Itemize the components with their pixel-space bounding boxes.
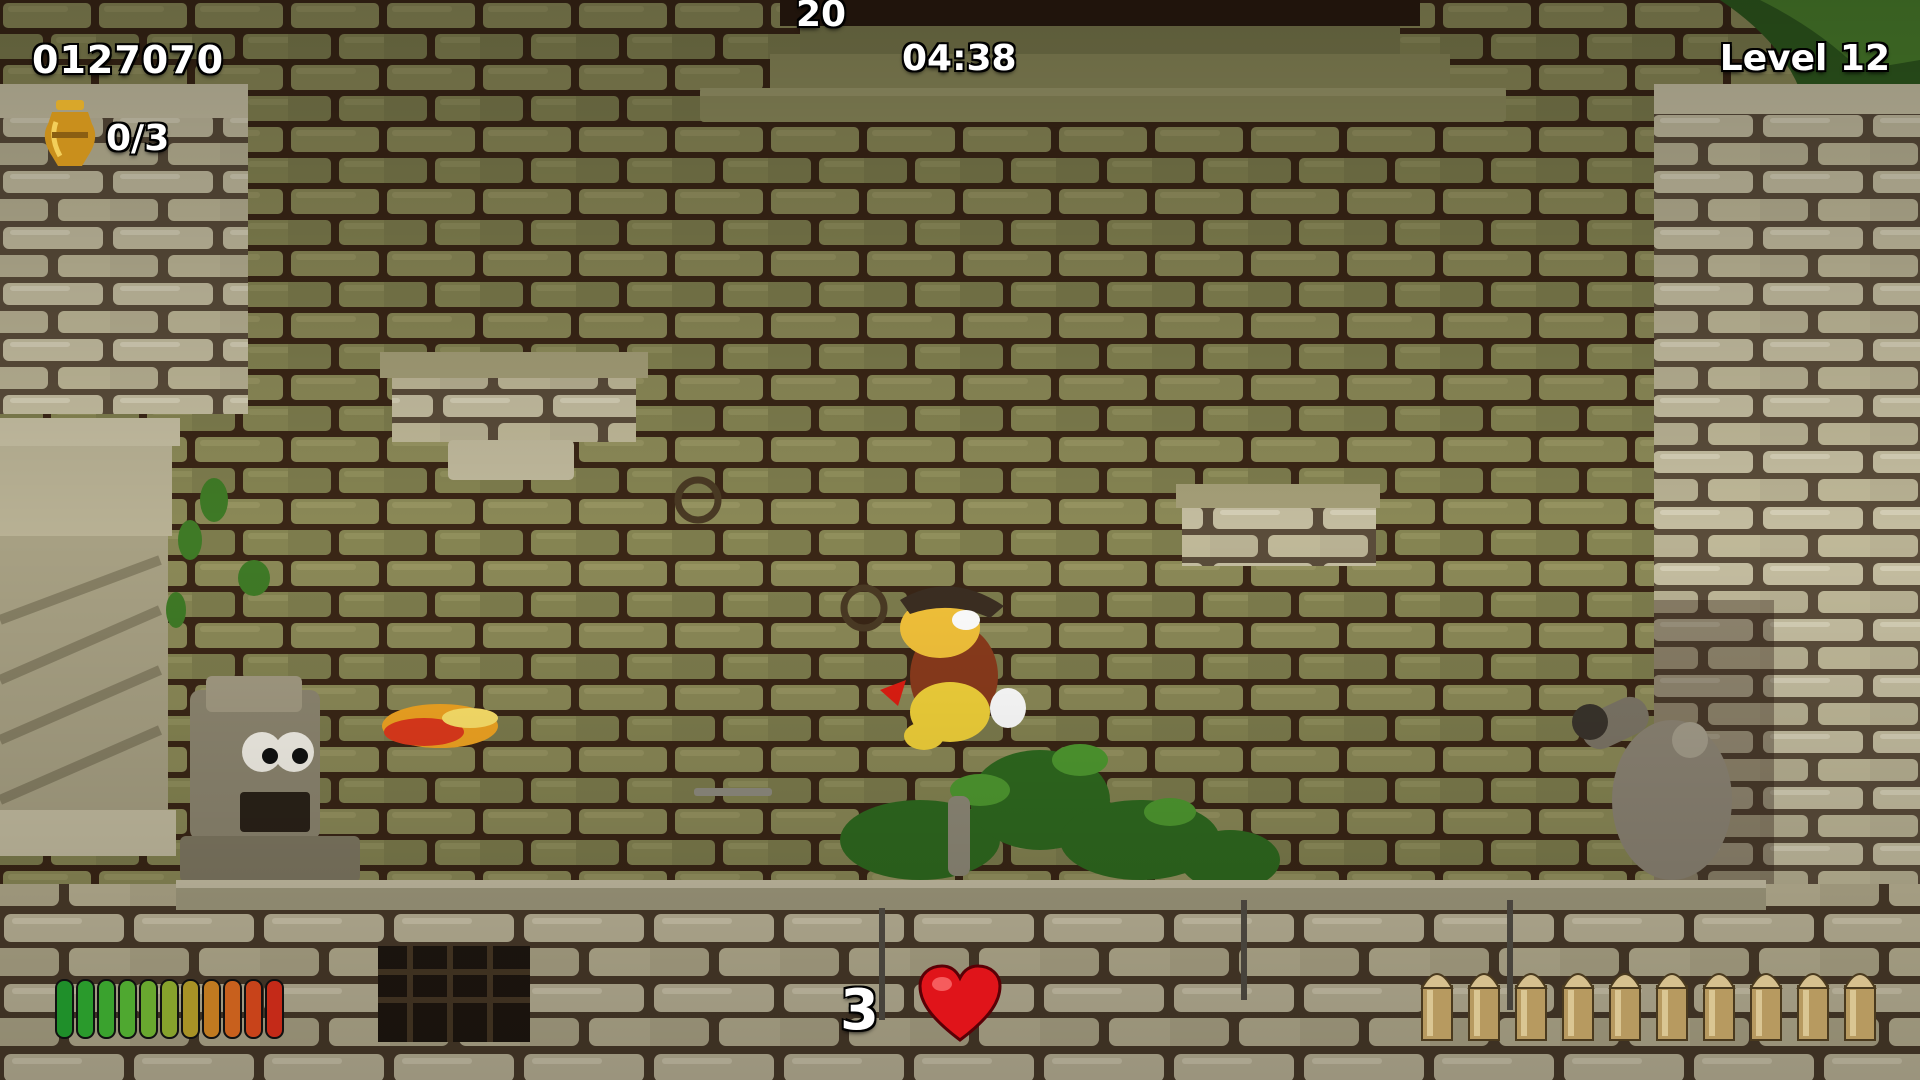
health-segment <box>160 979 179 1039</box>
bullet-icon <box>1608 973 1642 1041</box>
bullet-icon <box>1796 973 1830 1041</box>
health-segment <box>202 979 221 1039</box>
heart-icon <box>918 964 1002 1042</box>
health-segment <box>76 979 95 1039</box>
game-viewport[interactable]: 0127070 20 04:38 Level 12 0/3 3 <box>0 0 1920 1080</box>
combo-counter: 20 <box>796 0 847 35</box>
level-indicator: Level 12 <box>1719 38 1890 79</box>
bullet-icon <box>1514 973 1548 1041</box>
health-segment <box>181 979 200 1039</box>
ammo-bar <box>1420 973 1877 1041</box>
golden-urn-icon <box>44 100 96 166</box>
health-segment <box>265 979 284 1039</box>
health-segment <box>55 979 74 1039</box>
health-segment <box>97 979 116 1039</box>
health-segment <box>139 979 158 1039</box>
bullet-icon <box>1420 973 1454 1041</box>
health-segment <box>223 979 242 1039</box>
health-segment <box>118 979 137 1039</box>
bullet-icon <box>1843 973 1877 1041</box>
level-timer: 04:38 <box>902 38 1017 79</box>
health-segment <box>244 979 263 1039</box>
temple-scene <box>0 0 1920 1080</box>
score-counter: 0127070 <box>32 38 225 82</box>
health-bar <box>55 979 284 1039</box>
lives-counter: 3 <box>840 978 879 1043</box>
collectible-counter: 0/3 <box>106 118 170 159</box>
bullet-icon <box>1749 973 1783 1041</box>
bullet-icon <box>1702 973 1736 1041</box>
bullet-icon <box>1467 973 1501 1041</box>
bullet-icon <box>1655 973 1689 1041</box>
bullet-icon <box>1561 973 1595 1041</box>
